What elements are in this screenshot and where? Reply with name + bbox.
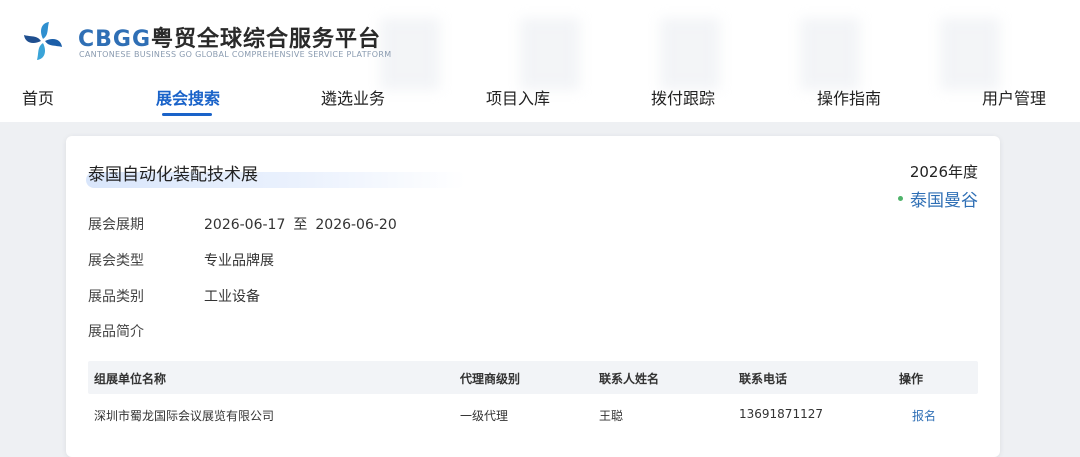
type-value: 专业品牌展 xyxy=(204,253,274,269)
col-action: 操作 xyxy=(899,372,924,386)
top-header: CBGG粤贸全球综合服务平台 CANTONESE BUSINESS GO GLO… xyxy=(0,0,1080,122)
nav-item-payment-tracking[interactable]: 拨付跟踪 xyxy=(651,85,715,109)
nav-item-home[interactable]: 首页 xyxy=(22,85,54,109)
category-value: 工业设备 xyxy=(204,289,260,305)
brand-en: CBGG xyxy=(78,27,152,52)
col-agent-level: 代理商级别 xyxy=(460,372,521,386)
exhibition-year: 2026年度 xyxy=(909,163,978,181)
contact-phone: 13691871127 xyxy=(739,407,823,421)
exhibition-card: 泰国自动化装配技术展 2026年度 泰国曼谷 展会展期 2026-06-17 至 2… xyxy=(66,136,1000,457)
exhibition-city: 泰国曼谷 xyxy=(910,191,978,211)
start-date: 2026-06-17 xyxy=(204,217,286,233)
nav-item-selection[interactable]: 遴选业务 xyxy=(321,85,385,109)
brand-subtitle: CANTONESE BUSINESS GO GLOBAL COMPREHENSI… xyxy=(79,50,392,59)
table-row: 深圳市蜀龙国际会议展览有限公司 一级代理 王聪 13691871127 报名 xyxy=(88,398,978,432)
main-nav: 首页 展会搜索 遴选业务 项目入库 拨付跟踪 操作指南 用户管理 xyxy=(0,82,1080,122)
dates-label: 展会展期 xyxy=(88,217,144,233)
date-separator: 至 xyxy=(293,217,308,233)
col-organizer: 组展单位名称 xyxy=(94,372,167,386)
nav-active-indicator xyxy=(162,113,212,116)
agent-level: 一级代理 xyxy=(460,409,509,423)
end-date: 2026-06-20 xyxy=(315,217,397,233)
nav-item-exhibition-search[interactable]: 展会搜索 xyxy=(156,85,220,109)
brand-title[interactable]: CBGG粤贸全球综合服务平台 xyxy=(78,21,381,53)
exhibition-title[interactable]: 泰国自动化装配技术展 xyxy=(88,160,258,185)
col-contact: 联系人姓名 xyxy=(599,372,660,386)
organizer-name: 深圳市蜀龙国际会议展览有限公司 xyxy=(94,409,275,423)
dates-value: 2026-06-17 至 2026-06-20 xyxy=(204,214,397,234)
type-label: 展会类型 xyxy=(88,253,144,269)
intro-label: 展品简介 xyxy=(88,324,144,340)
col-phone: 联系电话 xyxy=(739,372,788,386)
brand-cn: 粤贸全球综合服务平台 xyxy=(151,27,382,52)
category-label: 展品类别 xyxy=(88,289,144,305)
exhibition-location: 泰国曼谷 xyxy=(898,186,978,211)
nav-item-user-management[interactable]: 用户管理 xyxy=(982,85,1046,109)
register-link[interactable]: 报名 xyxy=(912,407,936,424)
contact-name: 王聪 xyxy=(599,409,624,423)
nav-item-guide[interactable]: 操作指南 xyxy=(817,85,881,109)
nav-item-project-entry[interactable]: 项目入库 xyxy=(486,85,550,109)
organizer-table-header: 组展单位名称 代理商级别 联系人姓名 联系电话 操作 xyxy=(88,361,978,394)
location-dot-icon xyxy=(898,196,903,201)
pinwheel-logo-icon[interactable] xyxy=(22,20,64,62)
